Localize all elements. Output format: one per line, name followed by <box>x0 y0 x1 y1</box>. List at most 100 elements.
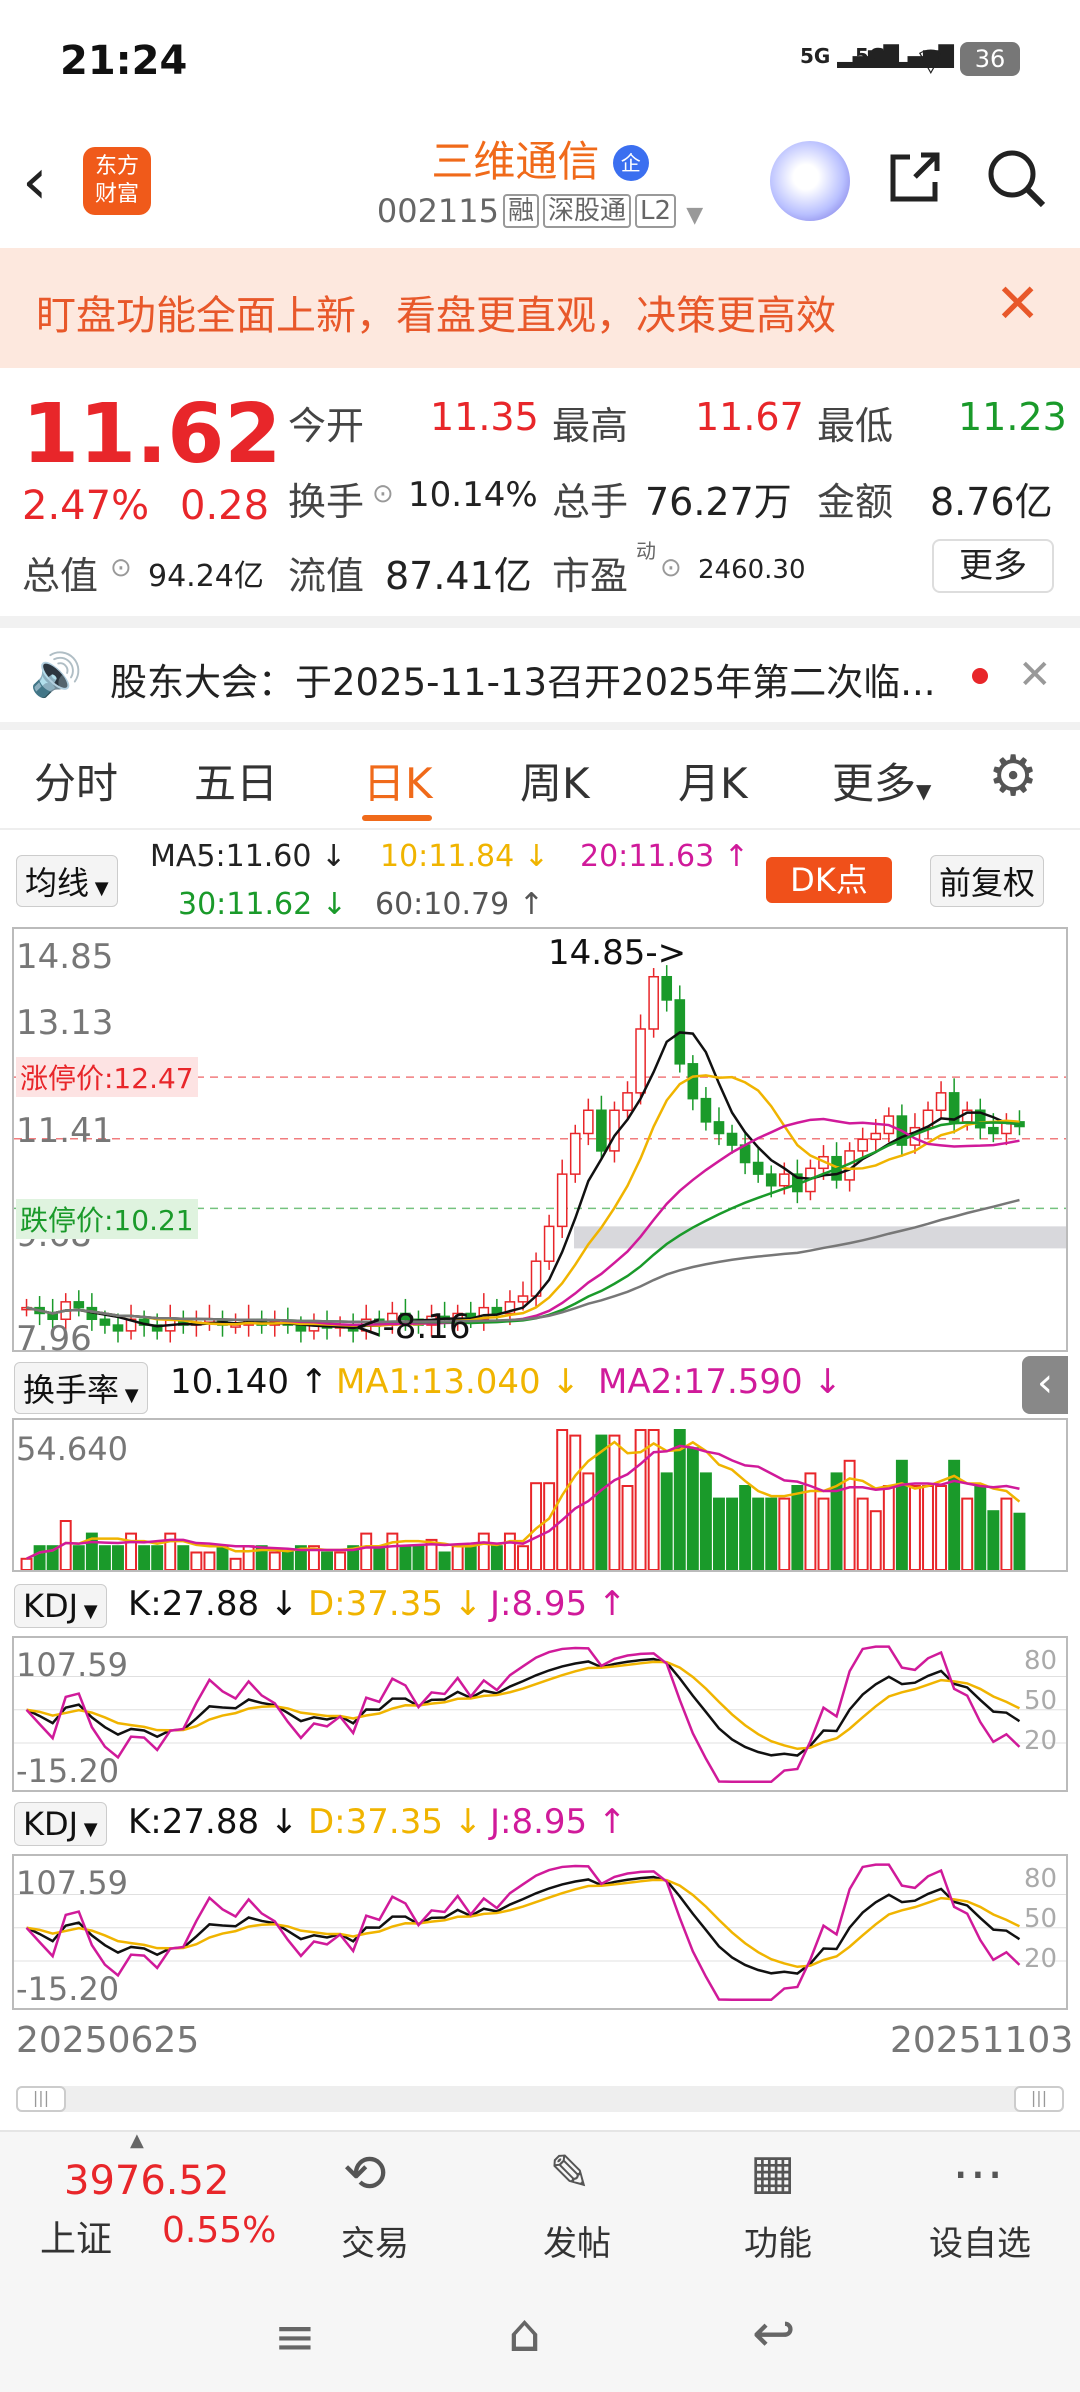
more-button[interactable]: 更多 <box>932 539 1054 593</box>
add-watchlist-button[interactable]: ⋯ 设自选 <box>900 2130 1060 2290</box>
index-change[interactable]: 0.55% <box>162 2210 276 2251</box>
dk-point-button[interactable]: DK点 <box>766 857 892 903</box>
candle-body <box>661 975 673 1001</box>
turnover-bar <box>856 1497 869 1570</box>
wifi-icon: ⌔ <box>912 39 950 85</box>
candle-body <box>687 1063 699 1100</box>
change-pct: 2.47% <box>22 483 150 529</box>
stock-code-line[interactable]: 002115 融深股通 L2 ▼ <box>0 192 1080 230</box>
min-marker: <-8.16 <box>354 1307 471 1347</box>
kdj-line <box>25 1657 1021 1757</box>
turnover-bar <box>935 1485 948 1570</box>
turnover-bar <box>595 1434 608 1570</box>
enterprise-badge: 企 <box>612 145 649 181</box>
candle-body <box>556 1173 568 1228</box>
candle-body <box>648 975 659 1030</box>
indicator-selector[interactable]: KDJ ▼ <box>14 1584 107 1628</box>
tab-5day[interactable]: 五日 <box>194 750 278 811</box>
info-icon[interactable]: ⊙ <box>660 553 682 583</box>
tab-more[interactable]: 更多▼ <box>832 750 931 811</box>
open-value: 11.35 <box>430 395 539 439</box>
turnover-bar <box>334 1551 347 1570</box>
add-watchlist-label: 设自选 <box>929 2224 1031 2264</box>
kdj-y-max: 107.59 <box>16 1864 128 1902</box>
kdj-svg <box>14 1645 1066 1784</box>
candle-body <box>700 1097 712 1123</box>
ma-selector[interactable]: 均线 ▼ <box>16 855 118 907</box>
function-button[interactable]: ▦ 功能 <box>698 2130 858 2290</box>
kdj-level: 20 <box>1024 1944 1058 1974</box>
kdj-d: D:37.35 ↓ <box>308 1584 483 1624</box>
turnover-bar <box>229 1557 242 1570</box>
divider <box>0 616 1080 628</box>
turnover-bar <box>125 1532 138 1570</box>
promo-banner[interactable]: 盯盘功能全面上新，看盘更直观，决策更高效 ✕ <box>0 248 1080 368</box>
candle-body <box>569 1132 581 1175</box>
candle-body <box>713 1121 725 1135</box>
candle-body <box>543 1225 555 1262</box>
more-dots-icon: ⋯ <box>952 2144 1004 2204</box>
kdj-level: 80 <box>1024 1646 1058 1676</box>
post-label: 发帖 <box>543 2224 611 2264</box>
range-scrollbar[interactable]: ||| ||| <box>16 2086 1064 2112</box>
turnover-bar <box>151 1545 164 1570</box>
adjust-selector[interactable]: 前复权 <box>930 855 1045 907</box>
menu-icon[interactable]: ≡ <box>274 2308 316 2366</box>
indicator-selector[interactable]: 换手率 ▼ <box>14 1362 148 1414</box>
stock-title[interactable]: 三维通信 企 <box>0 128 1080 189</box>
index-value[interactable]: 3976.52 <box>64 2158 229 2204</box>
tab-monthly-k[interactable]: 月K <box>678 750 748 811</box>
chevron-down-icon: ▼ <box>686 203 704 228</box>
turnover-bar <box>699 1472 712 1570</box>
kline-chart[interactable]: 14.85 13.13 11.41 9.68 7.96 涨停价:12.47 跌停… <box>12 927 1068 1359</box>
index-name[interactable]: 上证 <box>40 2210 112 2262</box>
turnover-svg <box>20 1429 1026 1570</box>
gear-icon[interactable]: ⚙ <box>988 744 1038 809</box>
grid-icon: ▦ <box>750 2144 796 2200</box>
support-zone <box>574 1226 1066 1249</box>
status-bar: 21:24 5G ▂▄▆█ 5G ▂▄▆█ ⌔ 36 <box>0 0 1080 125</box>
kdj-d: D:37.35 ↓ <box>308 1802 483 1842</box>
turnover-bar <box>1013 1512 1026 1570</box>
turnover-bar <box>778 1497 791 1570</box>
turnover-bar <box>138 1545 151 1570</box>
ma20-label: 20:11.63 ↑ <box>580 839 749 874</box>
notice-bar[interactable]: 🔊 股东大会：于2025-11-13召开2025年第二次临... ✕ <box>0 628 1080 724</box>
change-amount: 0.28 <box>180 483 270 529</box>
info-icon[interactable]: ⊙ <box>110 553 132 583</box>
range-handle-left[interactable]: ||| <box>16 2086 66 2112</box>
turnover-bar <box>464 1545 477 1570</box>
turnover-bar <box>203 1551 216 1570</box>
post-button[interactable]: ✎ 发帖 <box>497 2130 657 2290</box>
kdj-y-max: 107.59 <box>16 1646 128 1684</box>
close-icon[interactable]: ✕ <box>1018 652 1052 698</box>
candle-body <box>99 1318 111 1326</box>
kdj-k: K:27.88 ↓ <box>128 1802 299 1842</box>
back-nav-icon[interactable]: ↩ <box>752 2304 796 2364</box>
tab-minute[interactable]: 分时 <box>34 750 118 811</box>
turnover-bar <box>490 1545 503 1570</box>
low-label: 最低 <box>817 404 894 448</box>
volume-value: 76.27万 <box>645 480 792 524</box>
candle-body <box>517 1295 529 1303</box>
tab-daily-k[interactable]: 日K <box>363 750 433 811</box>
indicator-selector[interactable]: KDJ ▼ <box>14 1802 107 1846</box>
kdj-level: 80 <box>1024 1864 1058 1894</box>
speaker-icon: 🔊 <box>30 650 83 699</box>
close-icon[interactable]: ✕ <box>995 272 1040 335</box>
y-tick-max: 14.85 <box>16 937 114 977</box>
tab-indicator <box>362 815 432 821</box>
candle-body <box>622 1092 633 1112</box>
turnover-bar <box>98 1545 111 1570</box>
turnover-ma2: MA2:17.590 ↓ <box>598 1362 842 1402</box>
trade-button[interactable]: ⟲ 交易 <box>295 2130 455 2290</box>
turnover-bar <box>974 1485 987 1570</box>
info-icon[interactable]: ⊙ <box>372 479 394 509</box>
kline-svg <box>14 965 1066 1343</box>
collapse-icon[interactable]: ‹ <box>1022 1356 1068 1414</box>
range-handle-right[interactable]: ||| <box>1014 2086 1064 2112</box>
candle-body <box>935 1092 947 1112</box>
home-icon[interactable]: ⌂ <box>508 2304 541 2364</box>
ma5-label: MA5:11.60 ↓ <box>150 839 347 874</box>
tab-weekly-k[interactable]: 周K <box>520 750 590 811</box>
